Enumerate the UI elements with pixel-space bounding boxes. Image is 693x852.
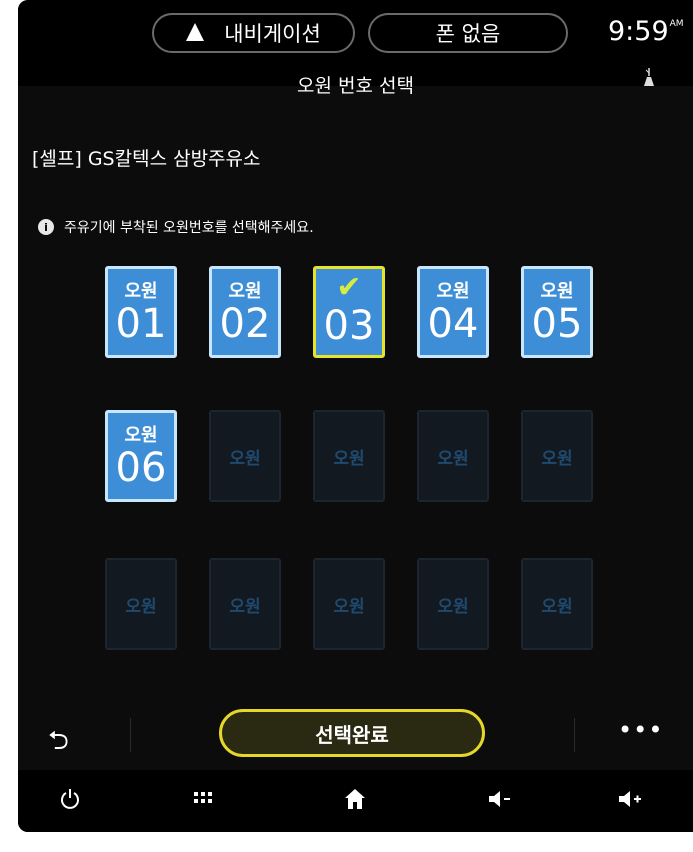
instruction-text: 주유기에 부착된 오원번호를 선택해주세요. xyxy=(64,220,314,236)
pump-tile-label: 오원 xyxy=(541,596,573,617)
pump-tile-number: 06 xyxy=(115,445,167,491)
apps-grid-icon[interactable] xyxy=(194,792,212,806)
pump-tile-label: 오원 xyxy=(124,425,158,446)
pump-tile-label: 오원 xyxy=(333,448,365,469)
pump-tile-06[interactable]: 오원 06 xyxy=(105,410,177,502)
info-icon: i xyxy=(38,219,54,235)
pump-tile-number: 02 xyxy=(219,301,271,347)
pump-tile-number: 01 xyxy=(115,301,167,347)
pump-tile-empty: 오원 xyxy=(417,558,489,650)
station-name: [셀프] GS칼텍스 삼방주유소 xyxy=(32,148,261,170)
pump-tile-empty: 오원 xyxy=(521,410,593,502)
pump-tile-label: 오원 xyxy=(436,281,470,302)
pump-tile-empty: 오원 xyxy=(521,558,593,650)
pump-tile-empty: 오원 xyxy=(313,558,385,650)
screen: 내비게이션 폰 없음 9:59AM 오원 번호 선택 [셀프] GS칼텍스 삼방… xyxy=(18,0,693,832)
time-text: 9:59 xyxy=(608,16,669,47)
pump-tile-label: 오원 xyxy=(437,596,469,617)
pump-tile-label: 오원 xyxy=(540,281,574,302)
pump-tile-05[interactable]: 오원 05 xyxy=(521,266,593,358)
pump-tile-empty: 오원 xyxy=(209,558,281,650)
pump-tile-empty: 오원 xyxy=(209,410,281,502)
pump-tile-label: 오원 xyxy=(228,281,262,302)
page-title: 오원 번호 선택 xyxy=(297,75,414,97)
instruction: i 주유기에 부착된 오원번호를 선택해주세요. xyxy=(38,217,314,237)
pump-tile-label: 오원 xyxy=(333,596,365,617)
confirm-selection-button[interactable]: 선택완료 xyxy=(219,709,485,757)
more-options-button[interactable]: ••• xyxy=(618,716,663,744)
pump-tile-label: 오원 xyxy=(541,448,573,469)
pump-tile-empty: 오원 xyxy=(313,410,385,502)
pump-tile-label: 오원 xyxy=(125,596,157,617)
phone-status-button[interactable]: 폰 없음 xyxy=(368,13,568,53)
pump-tile-03[interactable]: ✔ 03 xyxy=(313,266,385,358)
navigation-arrow-icon xyxy=(186,23,205,41)
pump-tile-number: 04 xyxy=(427,301,479,347)
back-icon[interactable]: ⮌ xyxy=(48,722,69,766)
phone-label: 폰 없음 xyxy=(435,22,501,46)
divider xyxy=(574,718,575,752)
pump-tile-number: 05 xyxy=(531,301,583,347)
pump-tile-label: 오원 xyxy=(437,448,469,469)
volume-down-icon[interactable] xyxy=(488,790,512,808)
check-icon: ✔ xyxy=(336,270,362,305)
signal-icon xyxy=(644,68,654,86)
power-icon[interactable] xyxy=(60,788,80,810)
pump-tile-number: 03 xyxy=(323,303,375,349)
pump-grid: 오원 01 오원 02 ✔ 03 오원 04 오원 05 오원 06 오원 오원 xyxy=(105,266,605,676)
home-icon[interactable] xyxy=(344,788,366,810)
pump-tile-04[interactable]: 오원 04 xyxy=(417,266,489,358)
pump-tile-label: 오원 xyxy=(124,281,158,302)
system-bar xyxy=(18,770,693,832)
pump-tile-02[interactable]: 오원 02 xyxy=(209,266,281,358)
navigation-button[interactable]: 내비게이션 xyxy=(152,13,355,53)
ampm-text: AM xyxy=(669,19,684,29)
navigation-label: 내비게이션 xyxy=(224,22,321,46)
pump-tile-empty: 오원 xyxy=(105,558,177,650)
pump-tile-01[interactable]: 오원 01 xyxy=(105,266,177,358)
pump-tile-label: 오원 xyxy=(229,448,261,469)
clock: 9:59AM xyxy=(608,16,684,47)
pump-tile-empty: 오원 xyxy=(417,410,489,502)
divider xyxy=(130,718,131,752)
action-bar: ⮌ 선택완료 ••• xyxy=(18,700,693,770)
pump-tile-label: 오원 xyxy=(229,596,261,617)
volume-up-icon[interactable] xyxy=(618,790,642,808)
